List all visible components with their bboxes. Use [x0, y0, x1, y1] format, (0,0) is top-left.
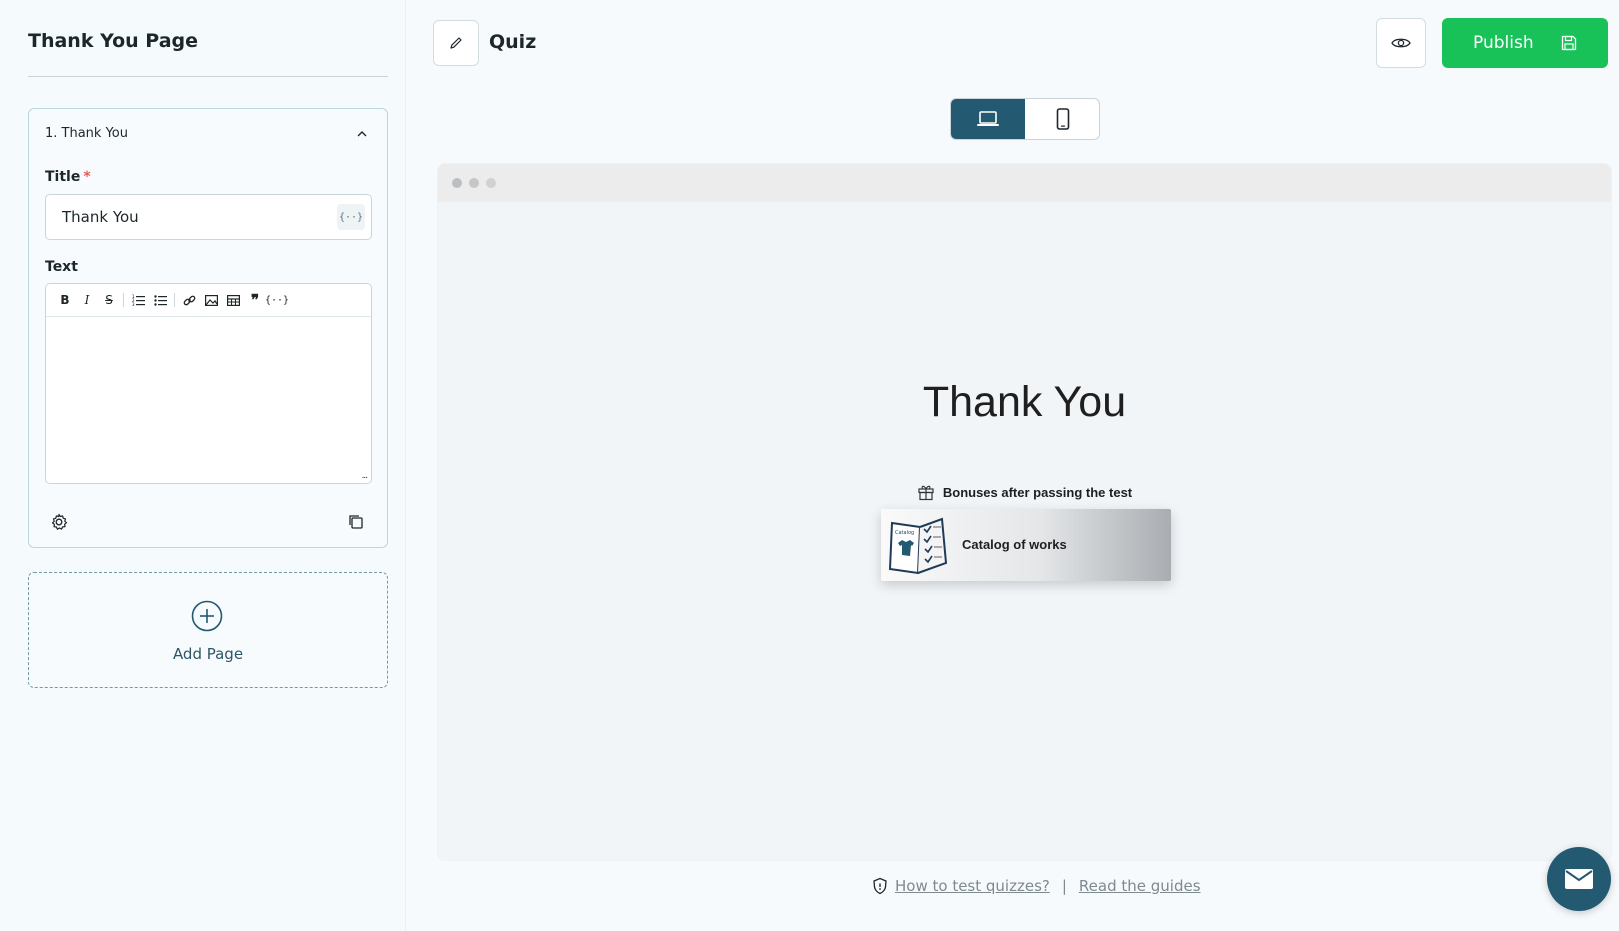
- duplicate-icon[interactable]: [346, 512, 366, 532]
- eye-icon: [1391, 38, 1411, 48]
- add-page-label: Add Page: [172, 645, 244, 663]
- link-separator: |: [1061, 877, 1067, 895]
- catalog-bonus-card[interactable]: Catalog Catalog of works: [881, 509, 1171, 581]
- help-links: How to test quizzes? | Read the guides: [871, 877, 1201, 895]
- required-mark: *: [83, 169, 91, 185]
- rich-text-editor: B I S 123 ❞ {··} ...: [45, 283, 372, 484]
- bonus-heading: Bonuses after passing the test: [438, 483, 1611, 501]
- mobile-view-button[interactable]: [1026, 99, 1099, 139]
- window-dot: [469, 178, 479, 188]
- mobile-phone-icon: [1056, 108, 1070, 130]
- how-to-test-link[interactable]: How to test quizzes?: [895, 877, 1050, 895]
- title-field-label: Title *: [45, 169, 91, 185]
- variable-icon[interactable]: {··}: [265, 289, 289, 311]
- bonus-label: Bonuses after passing the test: [942, 484, 1133, 500]
- svg-text:3: 3: [132, 302, 135, 306]
- gear-icon[interactable]: [49, 512, 69, 532]
- publish-button[interactable]: Publish: [1442, 18, 1608, 68]
- window-dot: [486, 178, 496, 188]
- resize-handle[interactable]: ...: [362, 470, 368, 481]
- gift-icon: [918, 485, 934, 501]
- catalog-label: Catalog of works: [962, 537, 1067, 552]
- contact-support-button[interactable]: [1547, 847, 1611, 911]
- catalog-book-icon: Catalog: [888, 517, 948, 575]
- preview-title: Thank You: [922, 378, 1127, 426]
- page-card-header[interactable]: 1. Thank You: [45, 126, 128, 141]
- pencil-icon: [450, 37, 462, 49]
- toolbar-separator: [123, 293, 124, 307]
- strikethrough-icon[interactable]: S: [98, 289, 120, 311]
- editor-text-area[interactable]: [46, 317, 371, 483]
- insert-variable-button[interactable]: {··}: [337, 204, 365, 230]
- publish-label: Publish: [1473, 33, 1534, 53]
- plus-circle-icon: [191, 600, 223, 632]
- editor-toolbar: B I S 123 ❞ {··}: [46, 284, 371, 317]
- catalog-image-text: Catalog: [895, 530, 914, 536]
- preview-button[interactable]: [1376, 18, 1426, 68]
- page-card-thank-you: 1. Thank You Title * Thank You {··} Text …: [28, 108, 388, 548]
- table-icon[interactable]: [222, 289, 244, 311]
- bold-icon[interactable]: B: [54, 289, 76, 311]
- browser-title-bar: [438, 164, 1611, 202]
- chevron-up-icon[interactable]: [355, 127, 369, 141]
- add-page-button[interactable]: Add Page: [28, 572, 388, 688]
- device-toggle: [950, 98, 1100, 140]
- quote-icon[interactable]: ❞: [244, 289, 266, 311]
- edit-title-button[interactable]: [433, 20, 479, 66]
- laptop-icon: [977, 111, 999, 126]
- sidebar-divider: [28, 76, 388, 77]
- quiz-title: Quiz: [489, 31, 537, 53]
- desktop-view-button[interactable]: [951, 99, 1025, 139]
- read-guides-link[interactable]: Read the guides: [1079, 877, 1201, 895]
- sidebar-title: Thank You Page: [28, 30, 199, 52]
- bullet-list-icon[interactable]: [149, 289, 171, 311]
- shield-icon: [873, 877, 887, 895]
- window-dot: [452, 178, 462, 188]
- toolbar-separator: [174, 293, 175, 307]
- ordered-list-icon[interactable]: 123: [127, 289, 149, 311]
- sidebar: Thank You Page 1. Thank You Title * Thank…: [0, 0, 406, 931]
- italic-icon[interactable]: I: [76, 289, 98, 311]
- title-input-value[interactable]: Thank You: [62, 208, 139, 226]
- mail-icon: [1565, 869, 1593, 889]
- browser-preview: Thank You Bonuses after passing the test…: [437, 163, 1612, 861]
- link-icon[interactable]: [178, 289, 200, 311]
- text-field-label: Text: [45, 259, 78, 275]
- image-icon[interactable]: [200, 289, 222, 311]
- save-icon: [1561, 35, 1577, 51]
- title-input[interactable]: Thank You {··}: [45, 194, 372, 240]
